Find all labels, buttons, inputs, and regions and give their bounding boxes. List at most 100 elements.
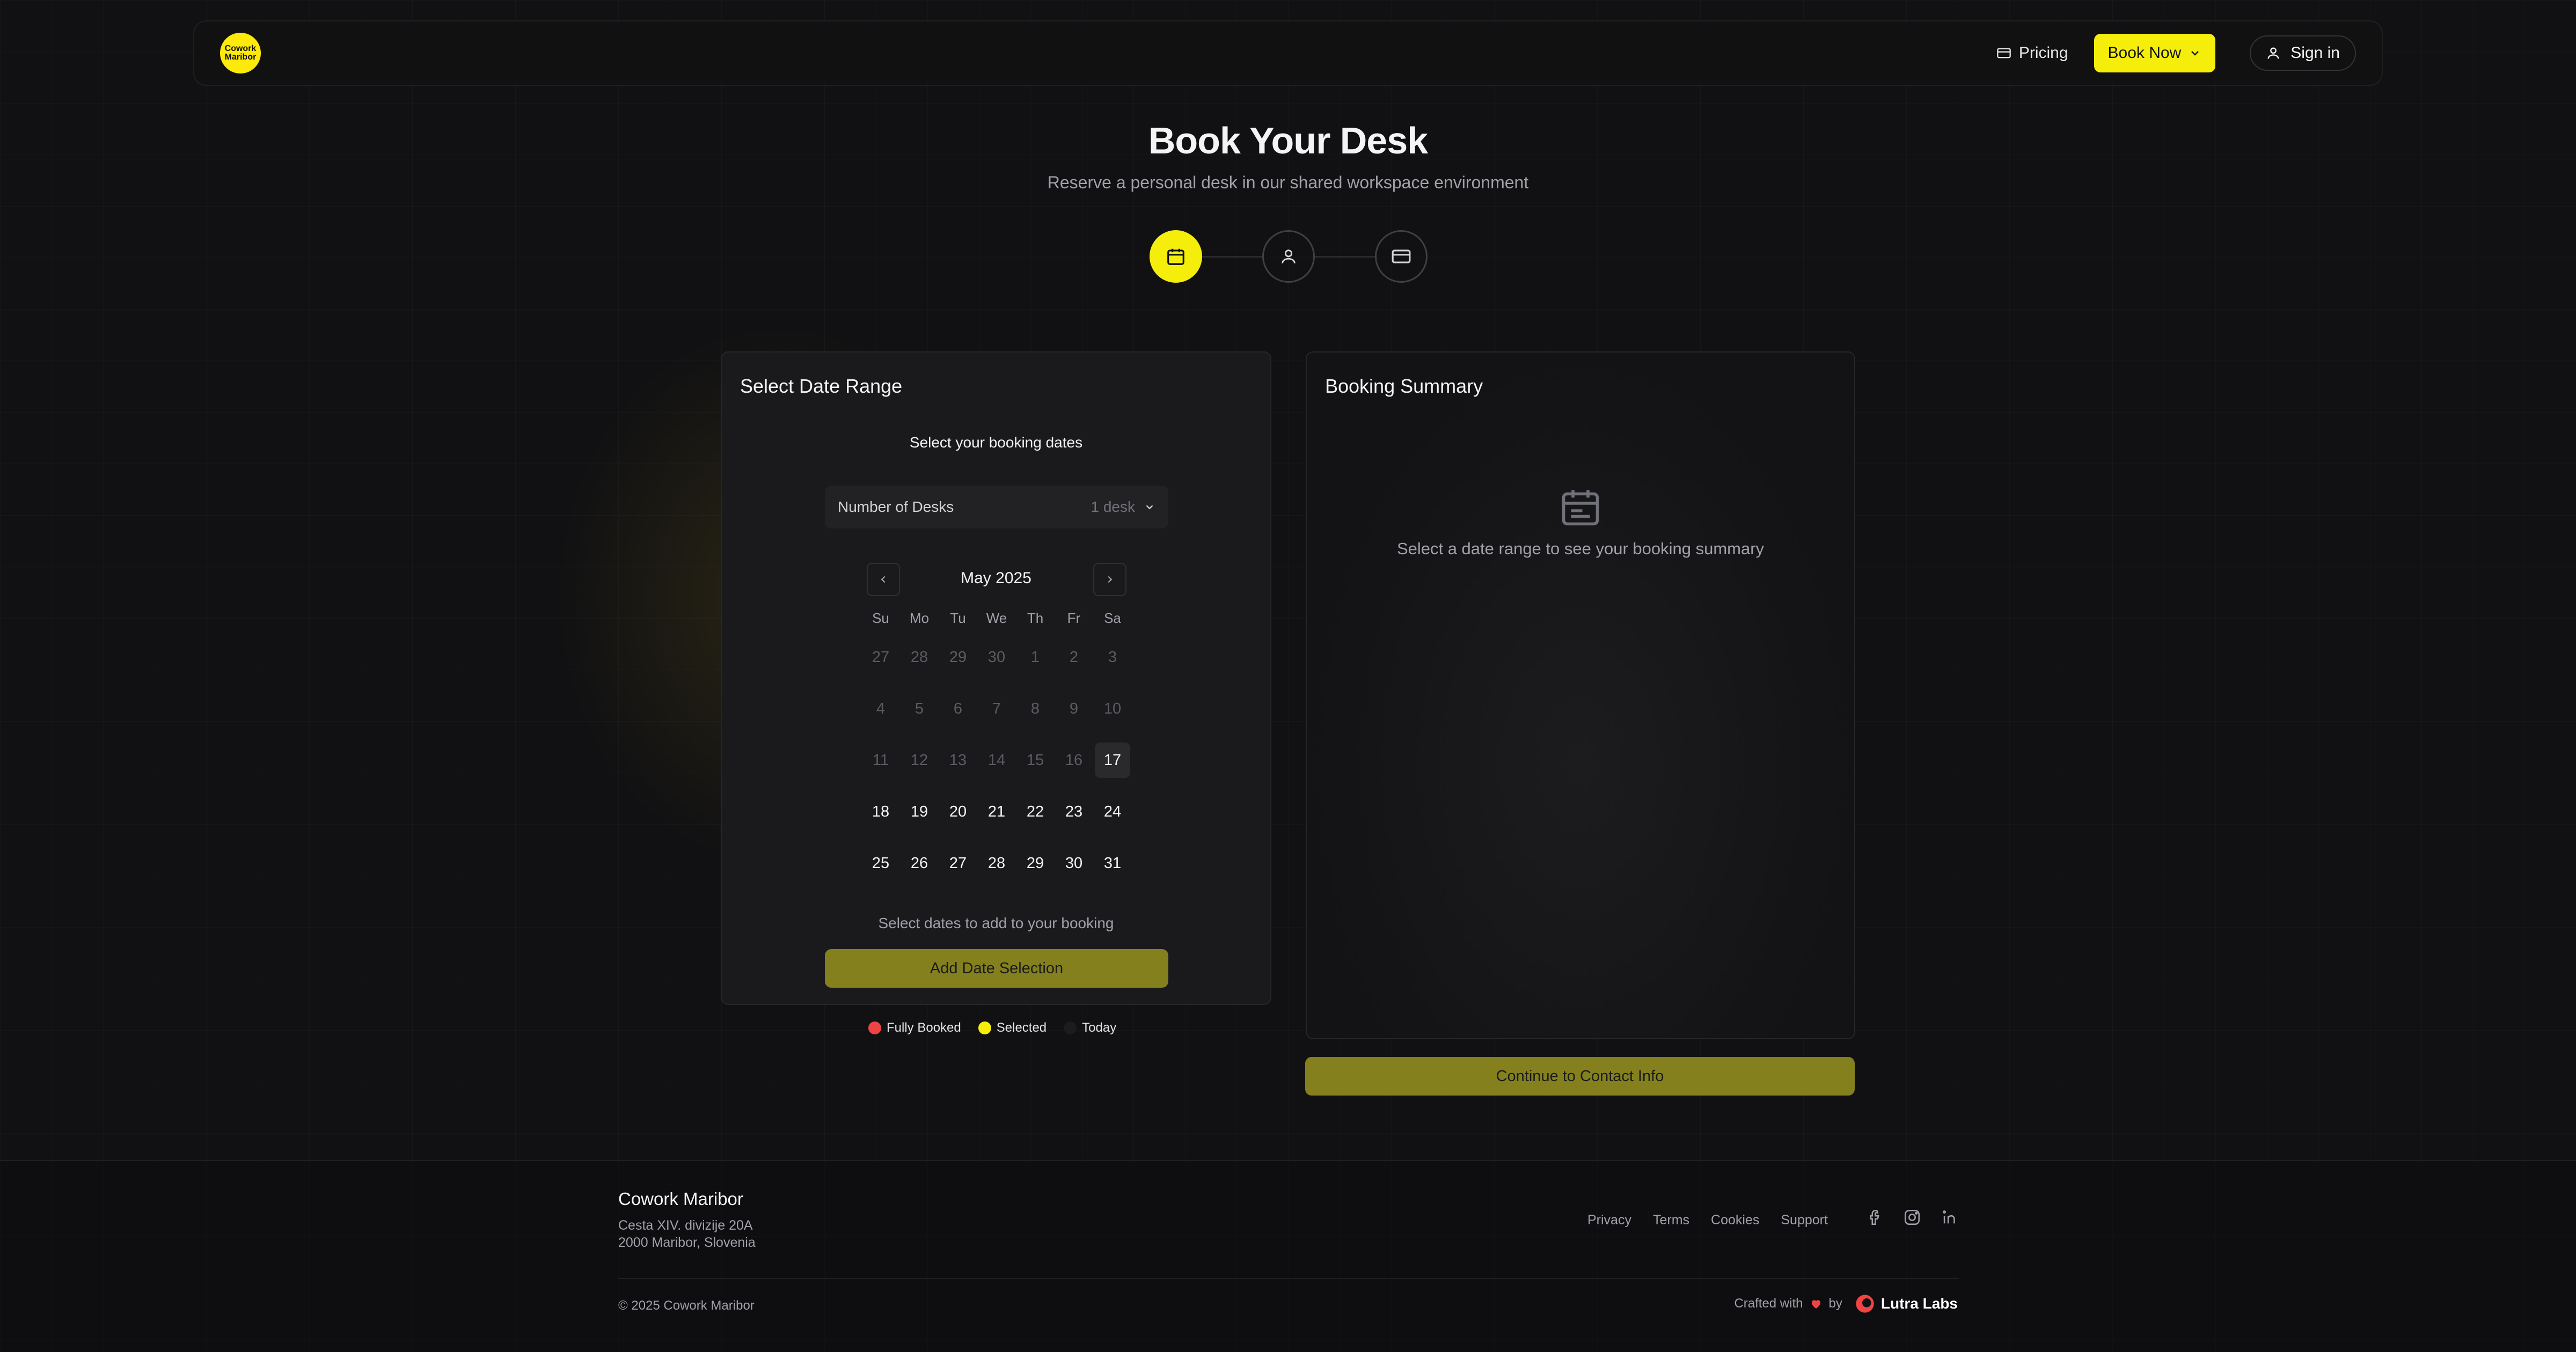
footer-links: Privacy Terms Cookies Support bbox=[1587, 1213, 1828, 1228]
calendar-day-number: 16 bbox=[1065, 751, 1083, 769]
calendar-day[interactable]: 28 bbox=[977, 837, 1016, 889]
desks-select[interactable]: Number of Desks 1 desk bbox=[825, 486, 1168, 528]
calendar-day[interactable]: 27 bbox=[939, 837, 977, 889]
calendar-day: 15 bbox=[1016, 734, 1055, 786]
legend-dot bbox=[978, 1022, 991, 1034]
calendar-day-number: 31 bbox=[1103, 854, 1122, 872]
sign-in-button[interactable]: Sign in bbox=[2250, 35, 2356, 71]
continue-button[interactable]: Continue to Contact Info bbox=[1305, 1057, 1855, 1096]
calendar-day[interactable]: 29 bbox=[1016, 837, 1055, 889]
calendar-day: 30 bbox=[977, 631, 1016, 683]
crafted-by: by bbox=[1828, 1296, 1842, 1311]
date-range-card: Select Date Range Select your booking da… bbox=[721, 351, 1271, 1005]
calendar-day: 28 bbox=[900, 631, 939, 683]
calendar-day[interactable]: 18 bbox=[861, 786, 900, 837]
weekday-header: Tu bbox=[950, 609, 966, 626]
calendar-day-number: 30 bbox=[1065, 854, 1083, 872]
calendar-day[interactable]: 31 bbox=[1093, 837, 1132, 889]
calendar-day-number: 27 bbox=[949, 854, 967, 872]
calendar-legend: Fully Booked Selected Today bbox=[868, 1020, 1116, 1035]
instagram-icon[interactable] bbox=[1903, 1208, 1921, 1226]
calendar-day: 7 bbox=[977, 683, 1016, 734]
calendar-day[interactable]: 24 bbox=[1093, 786, 1132, 837]
calendar-day-number: 6 bbox=[953, 700, 963, 717]
calendar-day: 16 bbox=[1055, 734, 1093, 786]
calendar-day-number: 28 bbox=[910, 648, 928, 666]
legend-dot bbox=[1064, 1022, 1077, 1034]
logo[interactable]: Cowork Maribor bbox=[220, 33, 261, 74]
calendar-day[interactable]: 20 bbox=[939, 786, 977, 837]
background-grid bbox=[0, 0, 2576, 1352]
footer-link-cookies[interactable]: Cookies bbox=[1711, 1213, 1759, 1228]
footer-address: Cesta XIV. divizije 20A 2000 Maribor, Sl… bbox=[618, 1217, 756, 1251]
calendar-day: 29 bbox=[939, 631, 977, 683]
pricing-link[interactable]: Pricing bbox=[1996, 44, 2068, 62]
booking-summary-card: Booking Summary Select a date range to s… bbox=[1306, 351, 1855, 1039]
calendar-day-number: 21 bbox=[987, 803, 1006, 820]
legend-item: Selected bbox=[978, 1020, 1046, 1035]
calendar-day[interactable]: 25 bbox=[861, 837, 900, 889]
calendar-day-number: 10 bbox=[1103, 700, 1122, 717]
calendar-day-number: 22 bbox=[1026, 803, 1044, 820]
desks-label: Number of Desks bbox=[838, 498, 954, 515]
footer-name: Cowork Maribor bbox=[618, 1189, 743, 1209]
calendar-day-number: 13 bbox=[949, 751, 967, 769]
calendar-day-number: 11 bbox=[872, 751, 889, 769]
calendar-day-number: 19 bbox=[910, 803, 928, 820]
page-subtitle: Reserve a personal desk in our shared wo… bbox=[1047, 173, 1529, 192]
step-contact[interactable] bbox=[1262, 230, 1315, 283]
step-dates[interactable] bbox=[1150, 230, 1202, 283]
weekday-header: Th bbox=[1027, 609, 1044, 626]
heart-icon bbox=[1811, 1300, 1820, 1309]
calendar-day[interactable]: 26 bbox=[900, 837, 939, 889]
legend-item: Fully Booked bbox=[868, 1020, 961, 1035]
legend-label: Today bbox=[1082, 1020, 1117, 1035]
footer-divider bbox=[618, 1278, 1959, 1279]
footer-address-line2: 2000 Maribor, Slovenia bbox=[618, 1235, 756, 1250]
top-navbar: Cowork Maribor Pricing Book Now Sign in bbox=[193, 20, 2383, 86]
calendar-day: 6 bbox=[939, 683, 977, 734]
calendar-day[interactable]: 23 bbox=[1055, 786, 1093, 837]
add-date-selection-button[interactable]: Add Date Selection bbox=[825, 949, 1168, 988]
footer-link-privacy[interactable]: Privacy bbox=[1587, 1213, 1631, 1228]
facebook-icon[interactable] bbox=[1865, 1208, 1884, 1226]
calendar-day-today[interactable]: 17 bbox=[1093, 734, 1132, 786]
calendar-day-number: 24 bbox=[1103, 803, 1122, 820]
user-icon bbox=[1282, 249, 1296, 263]
weekday-header: Mo bbox=[909, 609, 930, 626]
calendar-day: 5 bbox=[900, 683, 939, 734]
footer-credit: Crafted with by Lutra Labs bbox=[1734, 1293, 1958, 1314]
chevron-right-icon bbox=[1108, 576, 1113, 583]
calendar-day-number: 28 bbox=[987, 854, 1006, 872]
calendar-day[interactable]: 22 bbox=[1016, 786, 1055, 837]
calendar-day: 12 bbox=[900, 734, 939, 786]
calendar-day: 14 bbox=[977, 734, 1016, 786]
calendar-day-number: 25 bbox=[872, 854, 890, 872]
calendar-day[interactable]: 30 bbox=[1055, 837, 1093, 889]
calendar-day: 3 bbox=[1093, 631, 1132, 683]
legend-label: Selected bbox=[996, 1020, 1047, 1035]
calendar-day-number: 2 bbox=[1069, 648, 1079, 666]
calendar-grid: Su Mo Tu We Th Fr Sa 27 28 29 30 1 2 3 4 5 6 7 8 9 10 11 12 13 1… bbox=[861, 605, 1132, 889]
summary-title: Booking Summary bbox=[1325, 375, 1483, 397]
legend-label: Fully Booked bbox=[887, 1020, 961, 1035]
calendar-day: 10 bbox=[1093, 683, 1132, 734]
calendar-day-number: 1 bbox=[1030, 648, 1040, 666]
next-month-button[interactable] bbox=[1093, 563, 1126, 596]
footer-link-terms[interactable]: Terms bbox=[1653, 1213, 1689, 1228]
footer-link-support[interactable]: Support bbox=[1781, 1213, 1828, 1228]
weekday-header: We bbox=[986, 609, 1007, 626]
step-payment[interactable] bbox=[1375, 230, 1428, 283]
lutra-labs-link[interactable]: Lutra Labs bbox=[1854, 1293, 1958, 1314]
calendar-day-number: 7 bbox=[992, 700, 1001, 717]
calendar-day-number: 3 bbox=[1108, 648, 1117, 666]
footer-social bbox=[1865, 1208, 1959, 1226]
calendar-day[interactable]: 21 bbox=[977, 786, 1016, 837]
calendar-day-number: 29 bbox=[949, 648, 967, 666]
calendar-day[interactable]: 19 bbox=[900, 786, 939, 837]
user-icon bbox=[2267, 47, 2279, 59]
book-now-button[interactable]: Book Now bbox=[2094, 34, 2216, 72]
linkedin-icon[interactable] bbox=[1941, 1208, 1959, 1226]
calendar-day: 8 bbox=[1016, 683, 1055, 734]
legend-item: Today bbox=[1064, 1020, 1116, 1035]
